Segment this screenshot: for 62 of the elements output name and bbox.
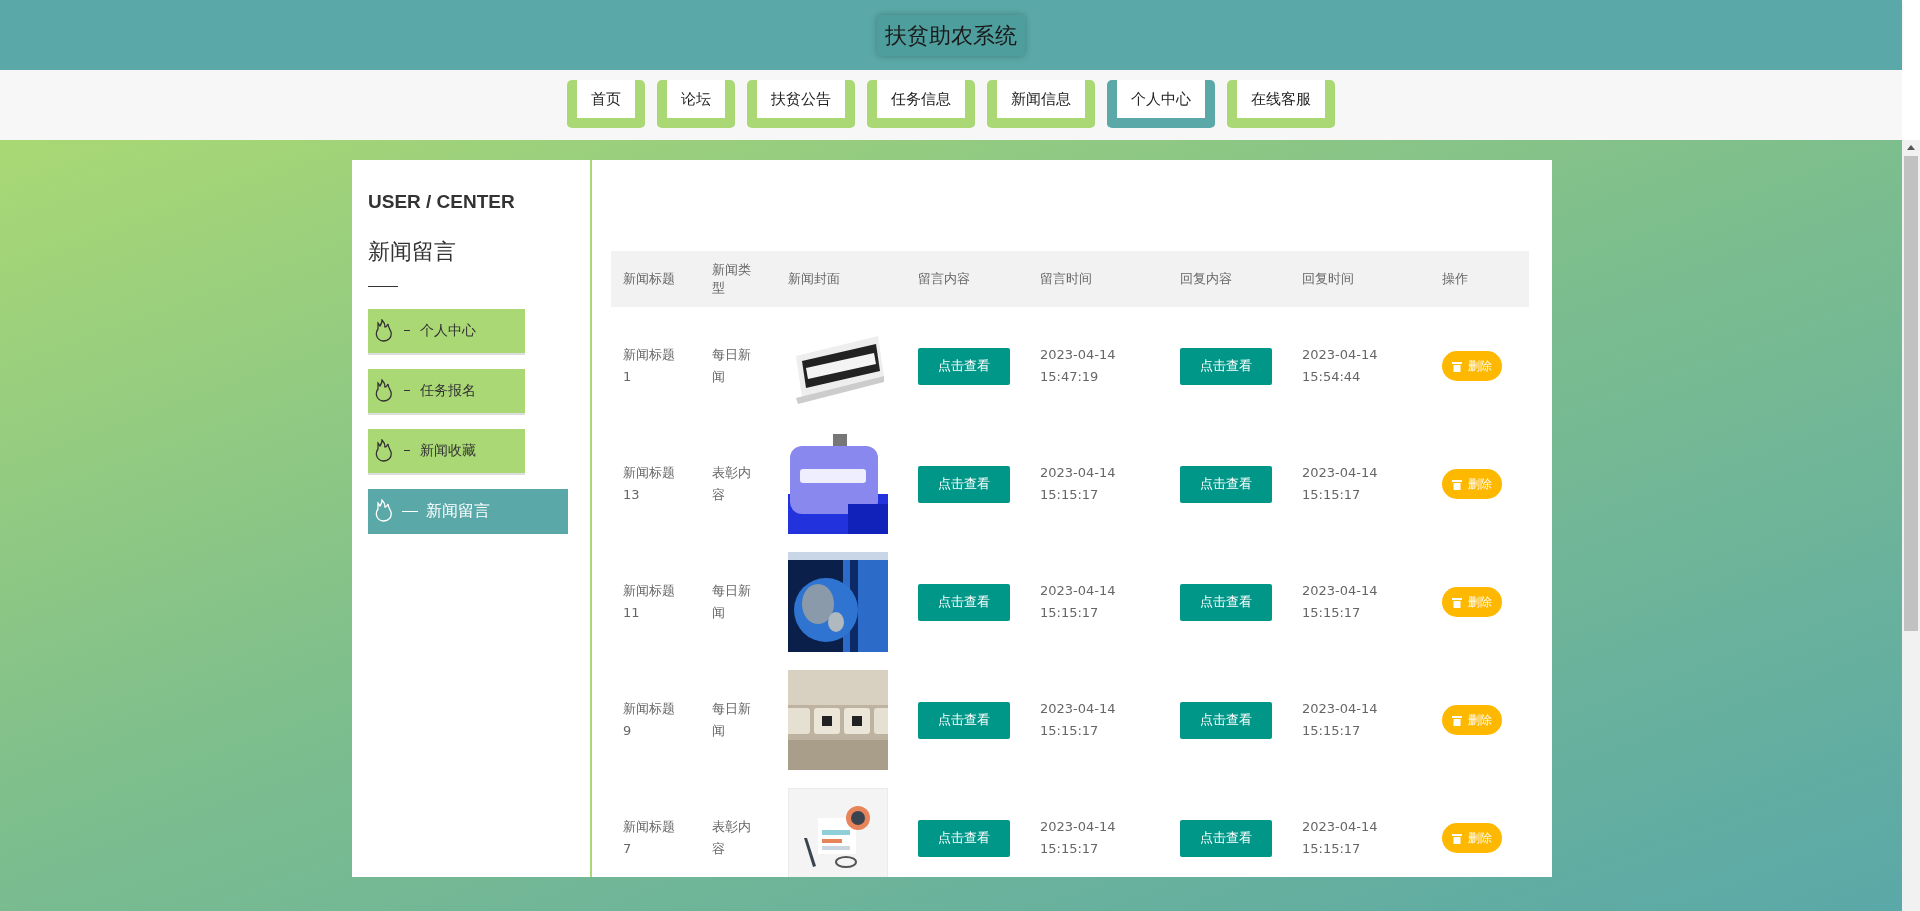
table-cell: 2023-04-14 15:54:44 <box>1302 347 1378 384</box>
sidebar-heading: USER / CENTER <box>368 190 515 214</box>
view-button[interactable]: 点击查看 <box>918 465 1010 503</box>
table-cell: 表彰内容 <box>712 819 751 856</box>
view-button[interactable]: 点击查看 <box>1180 347 1272 385</box>
trash-icon <box>1452 596 1462 608</box>
scrollbar[interactable] <box>1902 140 1920 911</box>
column-header: 新闻标题 <box>611 251 700 307</box>
table-cell: 2023-04-14 15:15:17 <box>1040 465 1116 502</box>
column-header: 新闻封面 <box>776 251 906 307</box>
table-cell: 表彰内容 <box>712 465 751 502</box>
view-button[interactable]: 点击查看 <box>1180 701 1272 739</box>
flame-icon <box>374 378 394 403</box>
view-button[interactable]: 点击查看 <box>918 819 1010 857</box>
view-button[interactable]: 点击查看 <box>1180 465 1272 503</box>
column-header: 操作 <box>1430 251 1529 307</box>
nav-tab[interactable]: 个人中心 <box>1107 80 1215 128</box>
table-cell: 2023-04-14 15:47:19 <box>1040 347 1116 384</box>
nav-tab[interactable]: 新闻信息 <box>987 80 1095 128</box>
trash-icon <box>1452 714 1462 726</box>
table-cell: 新闻标题13 <box>623 465 675 502</box>
view-button[interactable]: 点击查看 <box>918 583 1010 621</box>
sidebar-item[interactable]: 任务报名 <box>368 368 525 413</box>
view-button[interactable]: 点击查看 <box>918 701 1010 739</box>
sidebar-item[interactable]: 新闻留言 <box>368 488 568 534</box>
column-header: 回复时间 <box>1290 251 1430 307</box>
flame-icon <box>374 438 394 463</box>
sidebar-subtitle: 新闻留言 <box>368 237 456 266</box>
trash-icon <box>1452 360 1462 372</box>
nav-tab[interactable]: 任务信息 <box>867 80 975 128</box>
trash-icon <box>1452 478 1462 490</box>
table-cell: 2023-04-14 15:15:17 <box>1302 583 1378 620</box>
table-cell: 新闻标题1 <box>623 347 675 384</box>
table-cell: 新闻标题9 <box>623 701 675 738</box>
table-cell: 2023-04-14 15:15:17 <box>1040 583 1116 620</box>
table-cell: 新闻标题11 <box>623 583 675 620</box>
flame-icon <box>374 318 394 343</box>
sidebar-item[interactable]: 新闻收藏 <box>368 428 525 473</box>
flame-icon <box>374 499 394 523</box>
table-cell: 2023-04-14 15:15:17 <box>1302 819 1378 856</box>
table-cell: 2023-04-14 15:15:17 <box>1302 701 1378 738</box>
table-cell: 每日新闻 <box>712 701 751 738</box>
site-title: 扶贫助农系统 <box>877 14 1025 56</box>
table-cell: 新闻标题7 <box>623 819 675 856</box>
nav-tab[interactable]: 扶贫公告 <box>747 80 855 128</box>
view-button[interactable]: 点击查看 <box>1180 583 1272 621</box>
column-header: 新闻类型 <box>700 251 776 307</box>
nav-tab[interactable]: 首页 <box>567 80 645 128</box>
view-button[interactable]: 点击查看 <box>918 347 1010 385</box>
nav-tab[interactable]: 在线客服 <box>1227 80 1335 128</box>
table-cell: 2023-04-14 15:15:17 <box>1040 819 1116 856</box>
sidebar-item[interactable]: 个人中心 <box>368 308 525 353</box>
column-header: 留言内容 <box>906 251 1028 307</box>
column-header: 回复内容 <box>1168 251 1290 307</box>
trash-icon <box>1452 832 1462 844</box>
column-header: 留言时间 <box>1028 251 1168 307</box>
table-cell: 2023-04-14 15:15:17 <box>1040 701 1116 738</box>
table-cell: 每日新闻 <box>712 347 751 384</box>
view-button[interactable]: 点击查看 <box>1180 819 1272 857</box>
table-cell: 2023-04-14 15:15:17 <box>1302 465 1378 502</box>
nav-tab[interactable]: 论坛 <box>657 80 735 128</box>
table-cell: 每日新闻 <box>712 583 751 620</box>
